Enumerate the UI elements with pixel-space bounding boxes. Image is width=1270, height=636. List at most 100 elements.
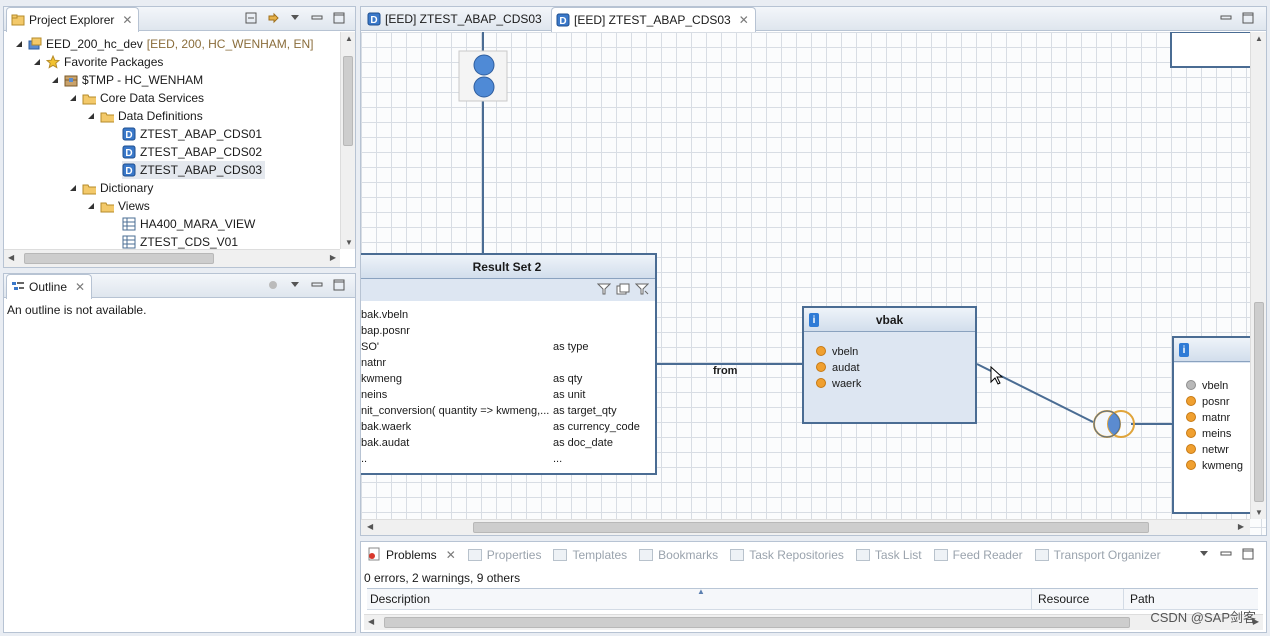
column-path[interactable]: Path: [1130, 592, 1155, 606]
expand-arrow-icon[interactable]: [32, 57, 42, 67]
tab-problems[interactable]: Problems ✕: [361, 542, 462, 568]
minimize-icon[interactable]: [311, 279, 323, 291]
result-row-alias: as target_qty: [553, 405, 617, 417]
tab-editor-cds03-inactive[interactable]: D [EED] ZTEST_ABAP_CDS03: [363, 7, 548, 31]
canvas-horizontal-scrollbar[interactable]: ◀ ▶: [361, 519, 1250, 535]
folder-icon: [82, 181, 96, 195]
maximize-icon[interactable]: [333, 12, 345, 24]
problems-panel: Problems ✕ Properties Templates Bookmark…: [360, 541, 1267, 633]
view-menu-icon[interactable]: [1198, 548, 1210, 560]
maximize-icon[interactable]: [1242, 548, 1254, 560]
canvas-vertical-scrollbar[interactable]: ▲ ▼: [1250, 32, 1266, 519]
result-row-expr: bak.waerk: [361, 421, 412, 433]
close-icon[interactable]: ✕: [75, 280, 85, 294]
expand-arrow-icon[interactable]: [50, 75, 60, 85]
star-icon: [46, 55, 60, 69]
vbap-table-box[interactable]: i vbeln posnr matnr meins netwr kwmeng: [1172, 336, 1262, 514]
minimize-icon[interactable]: [1220, 12, 1232, 24]
field-name: meins: [1202, 428, 1232, 440]
tab-label: Task List: [874, 548, 922, 562]
tree-node-data-definitions[interactable]: Data Definitions: [86, 107, 203, 125]
close-icon[interactable]: ✕: [122, 13, 132, 27]
tab-outline[interactable]: Outline ✕: [6, 274, 93, 299]
tab-properties[interactable]: Properties: [462, 542, 548, 568]
filter-icon[interactable]: [596, 283, 612, 298]
link-with-editor-icon[interactable]: [267, 12, 279, 24]
maximize-icon[interactable]: [333, 279, 345, 291]
transport-organizer-icon: [1034, 549, 1049, 561]
tab-bookmarks[interactable]: Bookmarks: [633, 542, 724, 568]
problems-table-header: Description ▲ Resource Path: [367, 587, 1258, 610]
expand-arrow-icon[interactable]: [14, 39, 24, 49]
tree-node-tmp-package[interactable]: $TMP - HC_WENHAM: [50, 71, 203, 89]
tab-label: Bookmarks: [658, 548, 719, 562]
abap-project-icon: [28, 37, 42, 51]
column-resource[interactable]: Resource: [1038, 592, 1089, 606]
minimize-icon[interactable]: [1220, 548, 1232, 560]
result-row-expr: bak.vbeln: [361, 309, 409, 321]
tree-node-cds02[interactable]: D ZTEST_ABAP_CDS02: [122, 143, 262, 161]
column-divider: [1123, 589, 1124, 609]
tree-node-cds01[interactable]: D ZTEST_ABAP_CDS01: [122, 125, 262, 143]
scrollbar-thumb[interactable]: [343, 56, 353, 146]
union-node-icon[interactable]: [472, 53, 496, 101]
expand-arrow-icon[interactable]: [68, 93, 78, 103]
sync-icon[interactable]: [267, 279, 279, 291]
editor-tab-label: [EED] ZTEST_ABAP_CDS03: [385, 12, 542, 26]
vbak-table-box[interactable]: vbak i vbeln audat waerk: [802, 306, 977, 424]
result-row-alias: as type: [553, 341, 589, 353]
vbak-field: audat: [816, 362, 860, 374]
tab-templates[interactable]: Templates: [547, 542, 633, 568]
column-description[interactable]: Description: [370, 592, 430, 606]
scrollbar-thumb[interactable]: [384, 617, 1130, 628]
editor-tabbar: D [EED] ZTEST_ABAP_CDS03 D [EED] ZTEST_A…: [361, 7, 1266, 32]
problems-icon: [367, 547, 381, 564]
templates-icon: [553, 549, 568, 561]
scrollbar-thumb[interactable]: [473, 522, 1149, 533]
tab-task-repositories[interactable]: Task Repositories: [724, 542, 850, 568]
outline-tabbar: Outline ✕: [4, 274, 355, 299]
tree-vertical-scrollbar[interactable]: ▲ ▼: [340, 32, 355, 249]
maximize-icon[interactable]: [1242, 12, 1254, 24]
close-icon[interactable]: ✕: [739, 13, 749, 27]
problems-horizontal-scrollbar[interactable]: ◀ ▶: [364, 614, 1263, 630]
tab-task-list[interactable]: Task List: [850, 542, 928, 568]
tree-node-ha400-mara-view[interactable]: HA400_MARA_VIEW: [122, 215, 255, 233]
field-name: matnr: [1202, 412, 1231, 424]
view-menu-icon[interactable]: [289, 12, 301, 24]
copy-icon[interactable]: [616, 283, 630, 298]
watermark: CSDN @SAP剑客: [1150, 610, 1256, 625]
tab-feed-reader[interactable]: Feed Reader: [928, 542, 1029, 568]
expand-arrow-icon[interactable]: [86, 111, 96, 121]
tab-label: Templates: [572, 548, 628, 562]
tree-node-project[interactable]: EED_200_hc_dev [EED, 200, HC_WENHAM, EN]: [14, 35, 313, 53]
expand-arrow-icon[interactable]: [68, 183, 78, 193]
tree-node-dictionary[interactable]: Dictionary: [68, 179, 153, 197]
scrollbar-thumb[interactable]: [24, 253, 214, 264]
expand-arrow-icon[interactable]: [86, 201, 96, 211]
package-icon: [64, 73, 78, 87]
close-icon[interactable]: ✕: [446, 548, 456, 562]
scrollbar-thumb[interactable]: [1254, 302, 1264, 502]
tree-node-cds03[interactable]: D ZTEST_ABAP_CDS03: [122, 161, 266, 179]
tab-transport-organizer[interactable]: Transport Organizer: [1029, 542, 1167, 568]
tree-node-core-data-services[interactable]: Core Data Services: [68, 89, 204, 107]
collapse-all-icon[interactable]: [245, 12, 257, 24]
minimize-icon[interactable]: [311, 12, 323, 24]
view-menu-icon[interactable]: [289, 279, 301, 291]
tab-editor-cds03-active[interactable]: D [EED] ZTEST_ABAP_CDS03 ✕: [551, 7, 756, 32]
outline-message: An outline is not available.: [7, 303, 147, 317]
table-info-icon: i: [1179, 343, 1189, 357]
inner-join-icon[interactable]: [1091, 408, 1139, 440]
tree-node-views[interactable]: Views: [86, 197, 150, 215]
filter-clear-icon[interactable]: [634, 283, 650, 298]
result-row-expr: neins: [361, 389, 388, 401]
diagram-canvas[interactable]: Result Set 2 bak.vbeln bap.posnr SO' as …: [361, 32, 1266, 535]
tree-node-favorite-packages[interactable]: Favorite Packages: [32, 53, 163, 71]
result-set-box[interactable]: Result Set 2 bak.vbeln bap.posnr SO' as …: [361, 253, 657, 475]
outline-icon: [11, 280, 25, 294]
tree-label: ZTEST_ABAP_CDS02: [140, 145, 263, 159]
tab-project-explorer[interactable]: Project Explorer ✕: [6, 7, 140, 32]
project-explorer-panel: Project Explorer ✕ EED_200_hc_dev [EED, …: [3, 6, 356, 268]
tree-horizontal-scrollbar[interactable]: ◀ ▶: [4, 249, 340, 267]
